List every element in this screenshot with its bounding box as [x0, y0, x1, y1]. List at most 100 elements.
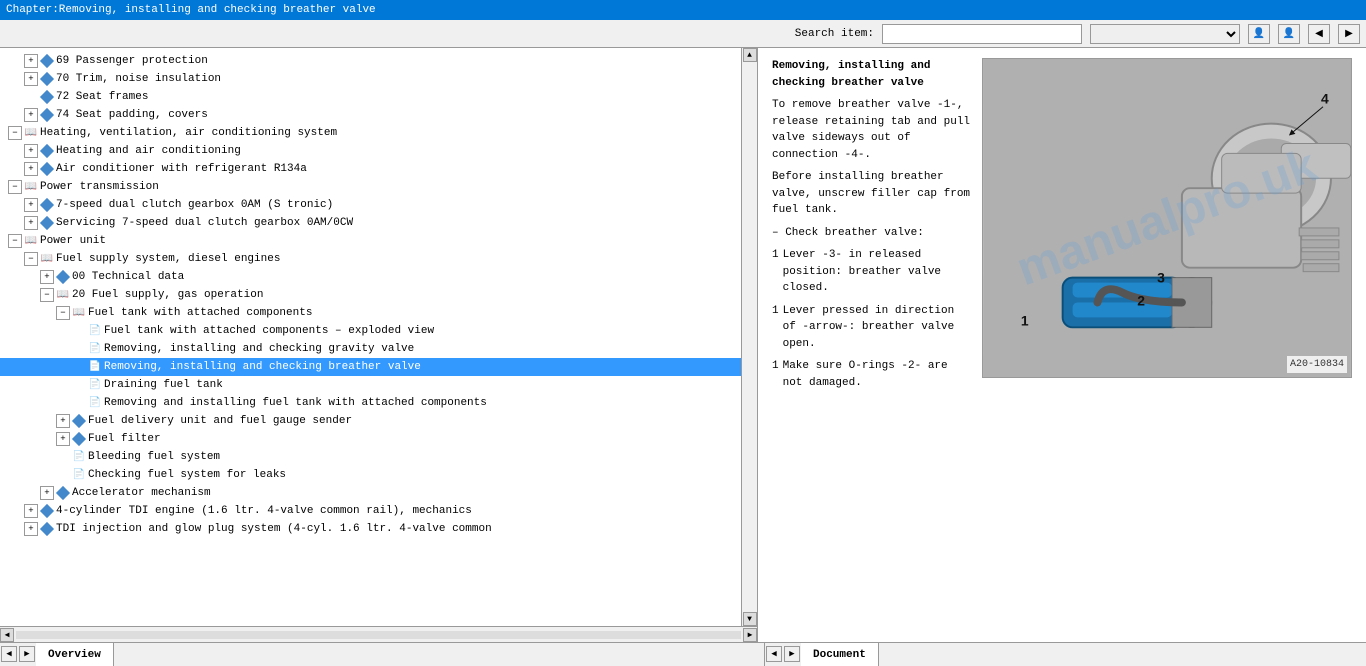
expand-icon[interactable]: − — [40, 288, 54, 302]
tree-item[interactable]: + Fuel filter — [0, 430, 741, 448]
doc-image: 1 2 3 4 manualpro.uk — [982, 58, 1352, 378]
section-text: Lever -3- in released position: breather… — [783, 247, 972, 297]
tree-item[interactable]: 📄Draining fuel tank — [0, 376, 741, 394]
book-icon: 📖 — [24, 180, 38, 194]
tree-item[interactable]: + TDI injection and glow plug system (4-c… — [0, 520, 741, 538]
expand-icon[interactable]: + — [24, 216, 38, 230]
scroll-right-btn[interactable]: ▶ — [743, 628, 757, 642]
toolbar: Search item: 👤 👤 ◀ ▶ — [0, 20, 1366, 48]
tree-scrollbar[interactable]: ▲ ▼ — [741, 48, 757, 626]
tree-item[interactable]: −📖Power transmission — [0, 178, 741, 196]
scroll-left-btn[interactable]: ◀ — [0, 628, 14, 642]
overview-tab[interactable]: Overview — [36, 643, 114, 666]
tree-item[interactable]: +00 Technical data — [0, 268, 741, 286]
tree-item[interactable]: 📄Checking fuel system for leaks — [0, 466, 741, 484]
tree-item-label: 74 Seat padding, covers — [56, 109, 208, 121]
tree-item[interactable]: 📄Removing and installing fuel tank with … — [0, 394, 741, 412]
status-nav-left[interactable]: ◀ — [1, 646, 17, 662]
doc-icon: 📄 — [88, 378, 102, 392]
nav-prev-icon[interactable]: ◀ — [1308, 24, 1330, 44]
expand-icon[interactable]: + — [56, 414, 70, 428]
expand-icon[interactable]: + — [40, 270, 54, 284]
doc-nav-left[interactable]: ◀ — [766, 646, 782, 662]
tree-item[interactable]: +4-cylinder TDI engine (1.6 ltr. 4-valve… — [0, 502, 741, 520]
scroll-down-btn[interactable]: ▼ — [743, 612, 757, 626]
scroll-up-btn[interactable]: ▲ — [743, 48, 757, 62]
expand-icon[interactable]: + — [24, 108, 38, 122]
search-user-icon[interactable]: 👤 — [1248, 24, 1270, 44]
tree-item[interactable]: 📄Removing, installing and checking gravi… — [0, 340, 741, 358]
expand-icon[interactable]: − — [8, 234, 22, 248]
tree-item[interactable]: +7-speed dual clutch gearbox 0AM (S tron… — [0, 196, 741, 214]
expand-icon[interactable]: + — [24, 504, 38, 518]
tree-item-label: 70 Trim, noise insulation — [56, 73, 221, 85]
section-text: Before installing breather valve, unscre… — [772, 169, 972, 219]
expand-icon[interactable]: − — [8, 126, 22, 140]
svg-text:2: 2 — [1137, 292, 1145, 308]
tree-item[interactable]: +Fuel delivery unit and fuel gauge sende… — [0, 412, 741, 430]
tree-item-label: Servicing 7-speed dual clutch gearbox 0A… — [56, 217, 353, 229]
tree-item[interactable]: −📖20 Fuel supply, gas operation — [0, 286, 741, 304]
expand-icon[interactable]: + — [40, 486, 54, 500]
expand-icon[interactable]: + — [24, 162, 38, 176]
tree-item[interactable]: +Heating and air conditioning — [0, 142, 741, 160]
doc-icon: 📄 — [88, 342, 102, 356]
diamond-icon — [40, 90, 54, 104]
expand-icon[interactable]: + — [24, 54, 38, 68]
expand-icon[interactable]: + — [24, 198, 38, 212]
tree-item[interactable]: +74 Seat padding, covers — [0, 106, 741, 124]
tree-item[interactable]: −📖Power unit — [0, 232, 741, 250]
image-label: A20-10834 — [1287, 356, 1347, 373]
tree-item[interactable]: +70 Trim, noise insulation — [0, 70, 741, 88]
tree-item[interactable]: 📄Fuel tank with attached components – ex… — [0, 322, 741, 340]
expand-icon[interactable]: − — [8, 180, 22, 194]
tree-item[interactable]: +Accelerator mechanism — [0, 484, 741, 502]
expand-icon[interactable]: + — [24, 522, 38, 536]
search-user2-icon[interactable]: 👤 — [1278, 24, 1300, 44]
section-row: 1 Lever -3- in released position: breath… — [772, 247, 972, 297]
title-bar-text: Chapter:Removing, installing and checkin… — [6, 4, 376, 16]
section-marker: 1 — [772, 358, 779, 391]
tree-item-label: TDI injection and glow plug system (4-cy… — [56, 523, 492, 535]
svg-text:3: 3 — [1157, 270, 1165, 286]
tree-item[interactable]: 📄Bleeding fuel system — [0, 448, 741, 466]
diamond-icon — [72, 432, 86, 446]
tech-illustration: 1 2 3 4 — [983, 59, 1351, 377]
search-input[interactable] — [882, 24, 1082, 44]
tree-item[interactable]: 72 Seat frames — [0, 88, 741, 106]
diamond-icon — [40, 144, 54, 158]
tree-item-label: Heating, ventilation, air conditioning s… — [40, 127, 337, 139]
diamond-icon — [40, 216, 54, 230]
doc-section: – Check breather valve: — [772, 225, 972, 242]
expand-icon[interactable]: − — [56, 306, 70, 320]
document-tab[interactable]: Document — [801, 643, 879, 666]
doc-icon: 📄 — [72, 468, 86, 482]
status-nav-right[interactable]: ▶ — [19, 646, 35, 662]
tree-item[interactable]: +Air conditioner with refrigerant R134a — [0, 160, 741, 178]
tree-item-label: Bleeding fuel system — [88, 451, 220, 463]
tree-item-label: Checking fuel system for leaks — [88, 469, 286, 481]
expand-icon[interactable]: + — [56, 432, 70, 446]
search-select[interactable] — [1090, 24, 1240, 44]
tree-item[interactable]: 📄Removing, installing and checking breat… — [0, 358, 741, 376]
tree-item-label: 7-speed dual clutch gearbox 0AM (S troni… — [56, 199, 333, 211]
doc-nav-right[interactable]: ▶ — [784, 646, 800, 662]
diamond-icon — [40, 504, 54, 518]
tree-container: +69 Passenger protection+70 Trim, noise … — [0, 48, 741, 542]
tree-item[interactable]: −📖Heating, ventilation, air conditioning… — [0, 124, 741, 142]
tree-item-label: Fuel filter — [88, 433, 161, 445]
book-icon: 📖 — [72, 306, 86, 320]
tree-item[interactable]: −📖Fuel supply system, diesel engines — [0, 250, 741, 268]
expand-icon[interactable]: + — [24, 72, 38, 86]
nav-next-icon[interactable]: ▶ — [1338, 24, 1360, 44]
tree-item-label: Fuel tank with attached components – exp… — [104, 325, 434, 337]
tree-scroll[interactable]: +69 Passenger protection+70 Trim, noise … — [0, 48, 741, 626]
expand-icon[interactable]: − — [24, 252, 38, 266]
doc-section: Before installing breather valve, unscre… — [772, 169, 972, 219]
tree-item[interactable]: −📖Fuel tank with attached components — [0, 304, 741, 322]
expand-icon[interactable]: + — [24, 144, 38, 158]
tree-item-label: Fuel supply system, diesel engines — [56, 253, 280, 265]
tree-item[interactable]: + Servicing 7-speed dual clutch gearbox 0… — [0, 214, 741, 232]
h-scrollbar[interactable]: ◀ ▶ — [0, 626, 757, 642]
tree-item[interactable]: +69 Passenger protection — [0, 52, 741, 70]
